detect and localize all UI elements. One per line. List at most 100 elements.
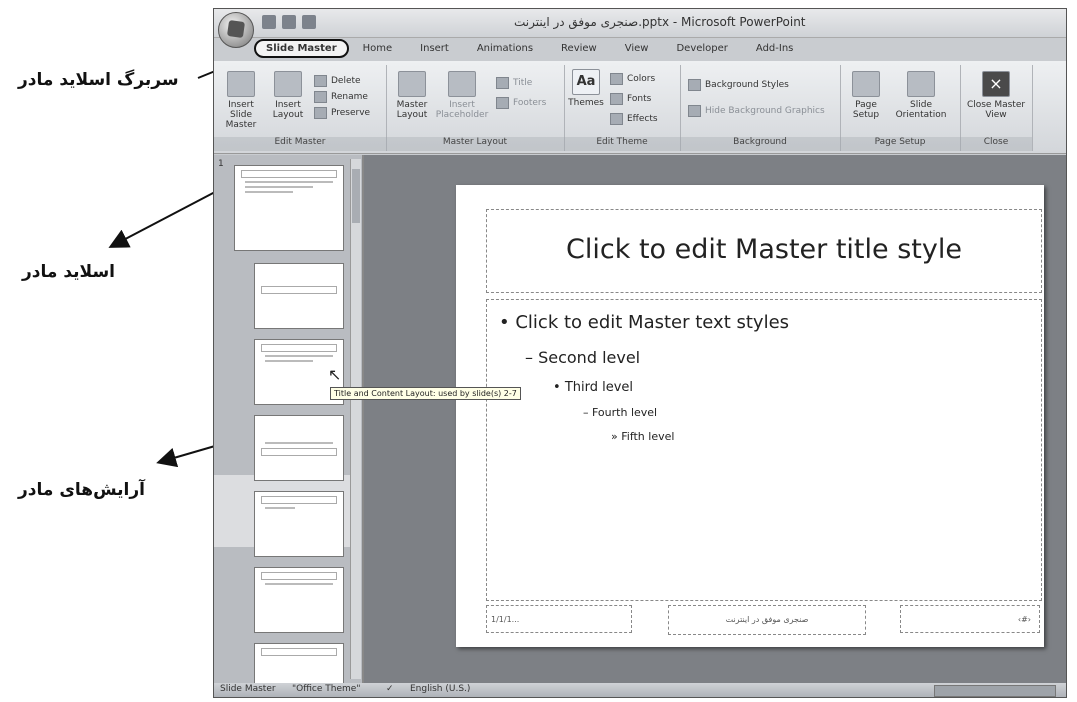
- tab-review[interactable]: Review: [547, 40, 611, 57]
- footer-placeholder[interactable]: صنجری موفق در اینترنت: [668, 605, 866, 635]
- thumbnail-layout[interactable]: [254, 643, 344, 685]
- tab-home[interactable]: Home: [349, 40, 407, 57]
- tab-slide-master[interactable]: Slide Master: [254, 38, 349, 58]
- background-styles-button[interactable]: Background Styles: [688, 79, 789, 91]
- title-placeholder[interactable]: Click to edit Master title style: [486, 209, 1042, 293]
- thumbnail-layout[interactable]: [254, 263, 344, 329]
- thumbnail-pane[interactable]: 1: [214, 155, 364, 685]
- scroll-thumb[interactable]: [352, 169, 360, 223]
- group-page-setup: Page Setup Slide Orientation Page Setup: [840, 65, 961, 151]
- fonts-icon: [610, 93, 623, 105]
- thumb-title: [261, 286, 337, 294]
- preserve-button[interactable]: Preserve: [314, 107, 370, 119]
- office-logo-icon: [226, 19, 246, 39]
- text-level-5: » Fifth level: [611, 430, 675, 443]
- tab-animations[interactable]: Animations: [463, 40, 547, 57]
- group-label: Background: [680, 137, 840, 151]
- insert-placeholder-button[interactable]: Insert Placeholder: [434, 71, 490, 120]
- insert-slide-master-button[interactable]: Insert Slide Master: [218, 71, 264, 130]
- annotation-master-layouts: آرایش‌های مادر: [18, 480, 145, 500]
- thumb-title: [241, 170, 337, 178]
- footers-checkbox[interactable]: Footers: [496, 97, 546, 109]
- group-label: Page Setup: [840, 137, 960, 151]
- checkbox-icon: [688, 105, 701, 117]
- group-label: Master Layout: [386, 137, 564, 151]
- layout-tooltip: Title and Content Layout: used by slide(…: [330, 387, 521, 400]
- undo-icon[interactable]: [282, 15, 296, 29]
- title-bar: صنجری موفق در اینترنت.pptx - Microsoft P…: [214, 9, 1066, 38]
- rename-icon: [314, 91, 327, 103]
- group-edit-master: Insert Slide Master Insert Layout Delete…: [214, 65, 387, 151]
- title-text: Click to edit Master title style: [566, 234, 962, 265]
- tab-insert[interactable]: Insert: [406, 40, 463, 57]
- thumb-line: [265, 442, 333, 444]
- master-layout-icon: [398, 71, 426, 97]
- group-edit-theme: Aa Themes Colors Fonts Effects Edit Them…: [564, 65, 681, 151]
- tab-developer[interactable]: Developer: [662, 40, 741, 57]
- ribbon: Insert Slide Master Insert Layout Delete…: [214, 61, 1066, 154]
- effects-icon: [610, 113, 623, 125]
- content-placeholder[interactable]: • Click to edit Master text styles – Sec…: [486, 299, 1042, 601]
- slide-number: 1: [218, 159, 224, 169]
- background-styles-icon: [688, 79, 701, 91]
- powerpoint-window: صنجری موفق در اینترنت.pptx - Microsoft P…: [213, 8, 1067, 698]
- thumbnail-layout[interactable]: [254, 567, 344, 633]
- insert-layout-icon: [274, 71, 302, 97]
- thumbnail-scrollbar[interactable]: [350, 159, 361, 679]
- title-checkbox[interactable]: Title: [496, 77, 532, 89]
- master-slide[interactable]: Click to edit Master title style • Click…: [456, 185, 1044, 647]
- fonts-button[interactable]: Fonts: [610, 93, 651, 105]
- thumb-title: [261, 572, 337, 580]
- hide-background-graphics-checkbox[interactable]: Hide Background Graphics: [688, 105, 825, 117]
- thumb-line: [265, 355, 333, 357]
- redo-icon[interactable]: [302, 15, 316, 29]
- window-title: صنجری موفق در اینترنت.pptx - Microsoft P…: [514, 15, 806, 29]
- themes-button[interactable]: Aa Themes: [568, 69, 604, 108]
- text-level-4: – Fourth level: [583, 406, 658, 419]
- thumbnail-layout[interactable]: [254, 415, 344, 481]
- rename-button[interactable]: Rename: [314, 91, 368, 103]
- status-view: Slide Master: [220, 684, 276, 694]
- page-setup-button[interactable]: Page Setup: [846, 71, 886, 120]
- insert-slide-master-icon: [227, 71, 255, 97]
- master-layout-button[interactable]: Master Layout: [392, 71, 432, 120]
- group-label: Close: [960, 137, 1032, 151]
- colors-icon: [610, 73, 623, 85]
- page-setup-icon: [852, 71, 880, 97]
- thumb-title: [261, 344, 337, 352]
- group-background: Background Styles Hide Background Graphi…: [680, 65, 841, 151]
- slide-canvas: Click to edit Master title style • Click…: [364, 155, 1066, 683]
- group-close: × Close Master View Close: [960, 65, 1033, 151]
- spellcheck-icon[interactable]: ✓: [386, 684, 394, 694]
- arrow-to-master: [108, 191, 216, 248]
- text-level-2: – Second level: [525, 348, 641, 367]
- save-icon[interactable]: [262, 15, 276, 29]
- effects-button[interactable]: Effects: [610, 113, 658, 125]
- status-bar: Slide Master "Office Theme" ✓ English (U…: [214, 683, 1066, 697]
- checkbox-icon: [496, 77, 509, 89]
- thumb-line: [265, 507, 295, 509]
- slide-orientation-icon: [907, 71, 935, 97]
- colors-button[interactable]: Colors: [610, 73, 655, 85]
- thumbnail-slide-master[interactable]: [234, 165, 344, 251]
- preserve-icon: [314, 107, 327, 119]
- date-placeholder[interactable]: 1/1/1...: [486, 605, 632, 633]
- thumb-line: [245, 191, 293, 193]
- slide-orientation-button[interactable]: Slide Orientation: [890, 71, 952, 120]
- ribbon-tabs: Slide Master Home Insert Animations Revi…: [254, 37, 807, 59]
- zoom-slider[interactable]: [934, 685, 1056, 697]
- themes-icon: Aa: [572, 69, 600, 95]
- tab-view[interactable]: View: [611, 40, 663, 57]
- delete-button[interactable]: Delete: [314, 75, 361, 87]
- thumb-title: [261, 448, 337, 456]
- mouse-pointer-icon: ↖: [328, 365, 342, 384]
- close-master-view-button[interactable]: × Close Master View: [964, 71, 1028, 120]
- thumb-title: [261, 648, 337, 656]
- office-button[interactable]: [218, 12, 254, 48]
- delete-icon: [314, 75, 327, 87]
- insert-layout-button[interactable]: Insert Layout: [268, 71, 308, 120]
- tab-add-ins[interactable]: Add-Ins: [742, 40, 807, 57]
- quick-access-toolbar: [262, 15, 316, 29]
- slide-number-placeholder[interactable]: ‹#›: [900, 605, 1040, 633]
- thumbnail-layout[interactable]: [254, 491, 344, 557]
